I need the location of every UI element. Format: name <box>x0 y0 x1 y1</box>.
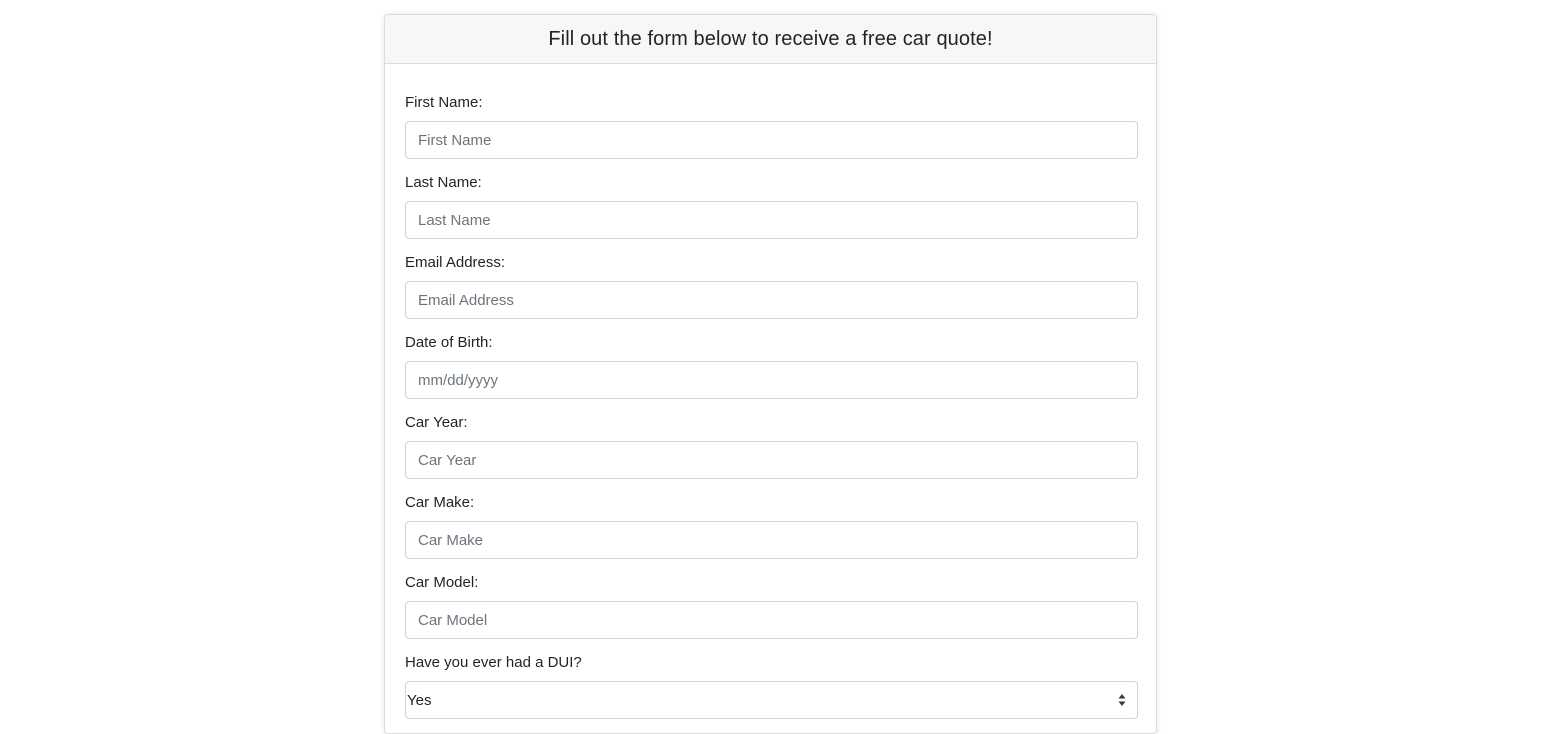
dob-input[interactable] <box>405 361 1138 399</box>
quote-form-card: Fill out the form below to receive a fre… <box>384 14 1157 734</box>
last-name-label: Last Name: <box>405 174 482 191</box>
dob-group: Date of Birth: <box>405 334 1138 414</box>
car-make-input[interactable] <box>405 521 1138 559</box>
car-make-group: Car Make: <box>405 494 1138 574</box>
select-updown-icon <box>1118 694 1126 706</box>
email-input[interactable] <box>405 281 1138 319</box>
car-year-group: Car Year: <box>405 414 1138 494</box>
card-body: First Name: Last Name: Email Address: Da… <box>385 64 1156 733</box>
dui-select[interactable]: Yes <box>405 681 1138 719</box>
form-title: Fill out the form below to receive a fre… <box>548 27 993 50</box>
first-name-label: First Name: <box>405 94 483 111</box>
dob-label: Date of Birth: <box>405 334 493 351</box>
first-name-group: First Name: <box>405 94 1138 174</box>
car-year-label: Car Year: <box>405 414 468 431</box>
car-year-input[interactable] <box>405 441 1138 479</box>
card-header: Fill out the form below to receive a fre… <box>385 15 1156 64</box>
email-group: Email Address: <box>405 254 1138 334</box>
dui-select-wrapper: Yes <box>405 681 1138 719</box>
first-name-input[interactable] <box>405 121 1138 159</box>
car-model-label: Car Model: <box>405 574 479 591</box>
dui-label: Have you ever had a DUI? <box>405 654 582 671</box>
car-model-group: Car Model: <box>405 574 1138 654</box>
dui-select-value: Yes <box>407 691 432 709</box>
email-label: Email Address: <box>405 254 506 271</box>
last-name-input[interactable] <box>405 201 1138 239</box>
car-model-input[interactable] <box>405 601 1138 639</box>
dui-group: Have you ever had a DUI? Yes <box>405 654 1138 733</box>
car-make-label: Car Make: <box>405 494 475 511</box>
last-name-group: Last Name: <box>405 174 1138 254</box>
